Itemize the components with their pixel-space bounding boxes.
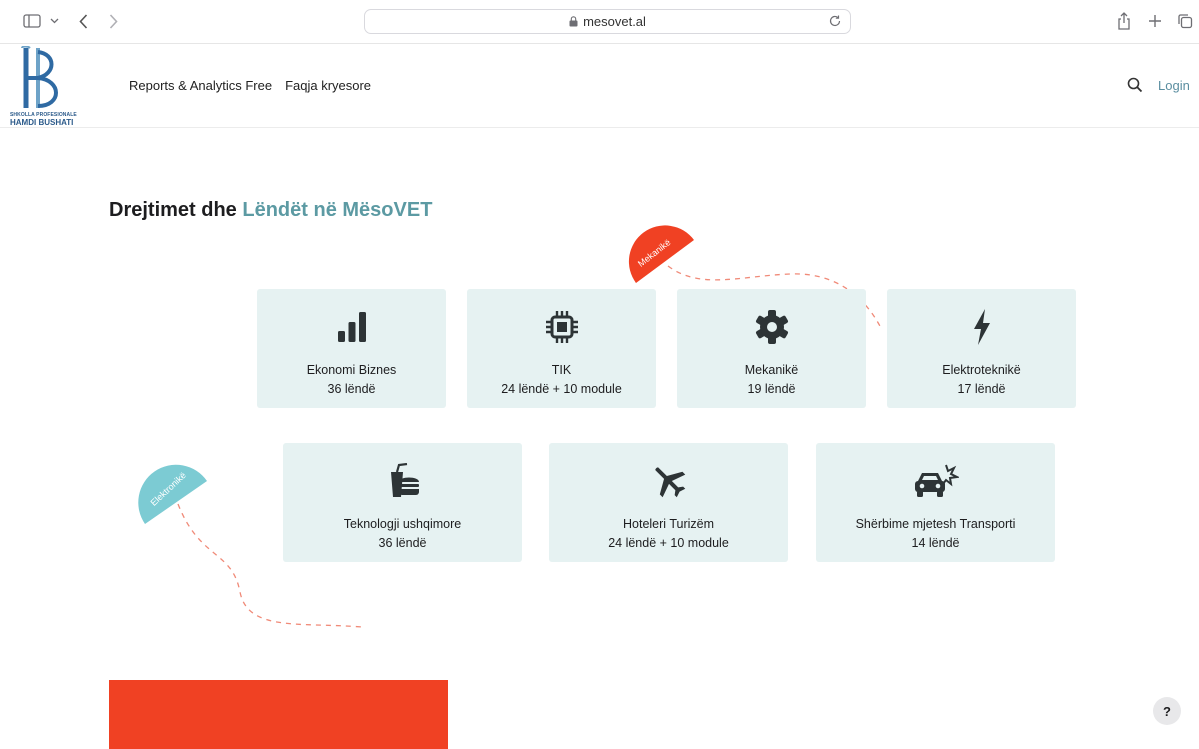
login-link[interactable]: Login — [1158, 78, 1190, 93]
nav-home[interactable]: Faqja kryesore — [285, 78, 371, 93]
card-name: Teknologji ushqimore — [343, 517, 462, 531]
chip-icon — [545, 309, 579, 345]
chevron-down-icon[interactable] — [48, 10, 60, 32]
forward-icon[interactable] — [106, 10, 120, 32]
card-name: Hoteleri Turizëm — [623, 517, 714, 531]
badge-elektronike-label: Elektronikë — [148, 470, 188, 508]
card-count: 14 lëndë — [911, 536, 960, 550]
card-name: Elektroteknikë — [942, 363, 1021, 377]
badge-mekanike — [628, 225, 694, 283]
page-title: Drejtimet dhe Lëndët në MësoVET — [109, 199, 432, 222]
badge-mekanike-label: Mekanikë — [636, 237, 673, 269]
bar-chart-icon — [337, 309, 367, 345]
bolt-icon — [972, 309, 992, 345]
back-icon[interactable] — [76, 10, 90, 32]
sidebar-toggle-icon[interactable] — [22, 10, 42, 32]
card-count: 36 lëndë — [327, 382, 376, 396]
new-tab-icon[interactable] — [1146, 10, 1164, 32]
browser-chrome: mesovet.al — [0, 0, 1199, 44]
card-name: Shërbime mjetesh Transporti — [855, 517, 1016, 531]
lock-icon — [569, 16, 578, 27]
card-mekanike[interactable]: Mekanikë 19 lëndë — [677, 289, 866, 408]
card-elektroteknike[interactable]: Elektroteknikë 17 lëndë — [887, 289, 1076, 408]
school-logo[interactable]: SHKOLLA PROFESIONALE HAMDI BUSHATI — [8, 45, 88, 127]
address-bar[interactable]: mesovet.al — [364, 9, 851, 34]
title-accent: Lëndët në MësoVET — [242, 199, 433, 221]
card-teknologji-ushqimore[interactable]: Teknologji ushqimore 36 lëndë — [283, 443, 522, 562]
airplane-icon — [651, 463, 687, 499]
card-tik[interactable]: TIK 24 lëndë + 10 module — [467, 289, 656, 408]
tab-overview-icon[interactable] — [1176, 10, 1194, 32]
card-name: Ekonomi Biznes — [306, 363, 397, 377]
card-name: TIK — [551, 363, 572, 377]
hb-monogram-icon — [21, 45, 58, 108]
card-count: 24 lëndë + 10 module — [608, 536, 729, 550]
logo-line2: HAMDI BUSHATI — [10, 118, 74, 127]
card-count: 19 lëndë — [747, 382, 796, 396]
site-header: SHKOLLA PROFESIONALE HAMDI BUSHATI Repor… — [0, 44, 1199, 128]
card-name: Mekanikë — [744, 363, 799, 377]
help-button[interactable]: ? — [1153, 697, 1181, 725]
featured-banner — [109, 680, 448, 749]
title-plain: Drejtimet dhe — [109, 199, 237, 221]
url-text: mesovet.al — [583, 14, 646, 29]
card-sherbime-mjetesh-transporti[interactable]: Shërbime mjetesh Transporti 14 lëndë — [816, 443, 1055, 562]
car-crash-icon — [913, 463, 959, 499]
share-icon[interactable] — [1115, 10, 1133, 32]
burger-drink-icon — [385, 463, 421, 499]
card-count: 36 lëndë — [378, 536, 427, 550]
main-nav: Reports & Analytics Free Faqja kryesore — [129, 78, 371, 93]
nav-reports-analytics[interactable]: Reports & Analytics Free — [129, 78, 272, 93]
search-icon[interactable] — [1127, 77, 1143, 98]
card-count: 24 lëndë + 10 module — [501, 382, 622, 396]
card-hoteleri-turizem[interactable]: Hoteleri Turizëm 24 lëndë + 10 module — [549, 443, 788, 562]
badge-elektronike — [138, 464, 207, 524]
card-count: 17 lëndë — [957, 382, 1006, 396]
card-ekonomi-biznes[interactable]: Ekonomi Biznes 36 lëndë — [257, 289, 446, 408]
reload-icon[interactable] — [828, 14, 842, 28]
gear-icon — [754, 309, 790, 345]
